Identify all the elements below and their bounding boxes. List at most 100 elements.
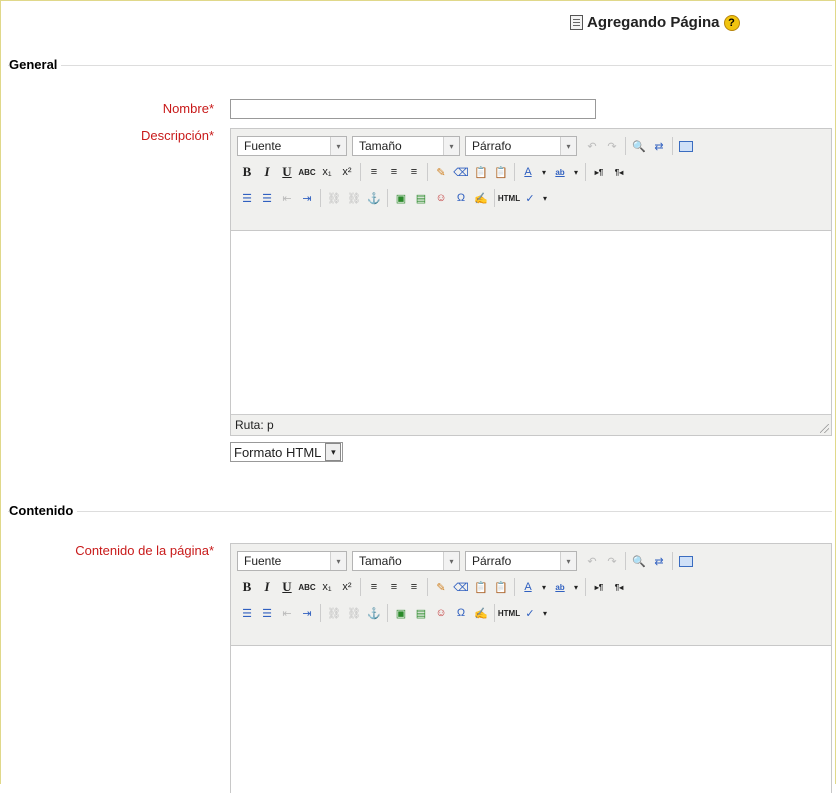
fullscreen-icon[interactable]	[676, 551, 696, 571]
paste-word-icon[interactable]: 📋	[491, 162, 511, 182]
chevron-down-icon[interactable]: ▾	[570, 162, 582, 182]
paragraph-select[interactable]: Párrafo ▾	[465, 136, 577, 156]
strikethrough-icon[interactable]: ABC	[297, 577, 317, 597]
bold-icon[interactable]: B	[237, 577, 257, 597]
italic-icon[interactable]: I	[257, 577, 277, 597]
paste-text-icon[interactable]: 📋	[471, 162, 491, 182]
cleanup-icon[interactable]: ✎	[431, 577, 451, 597]
size-select[interactable]: Tamaño ▾	[352, 136, 460, 156]
spellcheck-icon[interactable]: ✓	[520, 188, 540, 208]
anchor-icon[interactable]: ⚓	[364, 603, 384, 623]
font-select[interactable]: Fuente ▾	[237, 136, 347, 156]
help-icon[interactable]: ?	[723, 14, 740, 31]
cleanup-icon[interactable]: ✎	[431, 162, 451, 182]
subscript-icon[interactable]: x₁	[317, 577, 337, 597]
underline-icon[interactable]: U	[277, 577, 297, 597]
edit-icon[interactable]: ✍	[471, 188, 491, 208]
outdent-icon[interactable]: ⇤	[277, 603, 297, 623]
redo-icon[interactable]: ↷	[602, 551, 622, 571]
chevron-down-icon[interactable]: ▾	[538, 162, 550, 182]
replace-icon[interactable]: ⇄	[649, 136, 669, 156]
toolbar-separator	[625, 552, 626, 570]
link-icon[interactable]: ⛓	[324, 603, 344, 623]
bullet-list-icon[interactable]: ☰	[237, 188, 257, 208]
descripcion-edit-area[interactable]	[231, 230, 831, 414]
ltr-icon[interactable]: ▸¶	[589, 162, 609, 182]
media-icon[interactable]: ▤	[411, 603, 431, 623]
unlink-icon[interactable]: ⛓	[344, 188, 364, 208]
subscript-icon[interactable]: x₁	[317, 162, 337, 182]
emoticon-icon[interactable]: ☺	[431, 603, 451, 623]
align-center-icon[interactable]: ≡	[384, 577, 404, 597]
indent-icon[interactable]: ⇥	[297, 603, 317, 623]
align-center-icon[interactable]: ≡	[384, 162, 404, 182]
format-select-value: Formato HTML	[234, 444, 322, 460]
paste-word-icon[interactable]: 📋	[491, 577, 511, 597]
media-icon[interactable]: ▤	[411, 188, 431, 208]
font-select-label: Fuente	[244, 139, 282, 153]
chevron-down-icon[interactable]: ▾	[538, 577, 550, 597]
special-char-icon[interactable]: Ω	[451, 603, 471, 623]
descripcion-label: Descripción*	[141, 128, 214, 143]
outdent-icon[interactable]: ⇤	[277, 188, 297, 208]
nombre-label: Nombre*	[163, 101, 214, 116]
paragraph-select[interactable]: Párrafo ▾	[465, 551, 577, 571]
toolbar-separator	[494, 189, 495, 207]
link-icon[interactable]: ⛓	[324, 188, 344, 208]
fullscreen-icon[interactable]	[676, 136, 696, 156]
align-right-icon[interactable]: ≡	[404, 162, 424, 182]
nombre-input[interactable]	[230, 99, 596, 119]
html-source-icon[interactable]: HTML	[498, 603, 520, 623]
html-source-icon[interactable]: HTML	[498, 188, 520, 208]
text-color-icon[interactable]: A	[518, 162, 538, 182]
replace-icon[interactable]: ⇄	[649, 551, 669, 571]
numbered-list-icon[interactable]: ☰	[257, 188, 277, 208]
chevron-down-icon[interactable]: ▾	[540, 188, 550, 208]
highlight-color-icon[interactable]: ab	[550, 577, 570, 597]
undo-icon[interactable]: ↶	[582, 136, 602, 156]
image-icon[interactable]: ▣	[391, 603, 411, 623]
bullet-list-icon[interactable]: ☰	[237, 603, 257, 623]
align-left-icon[interactable]: ≡	[364, 162, 384, 182]
spellcheck-icon[interactable]: ✓	[520, 603, 540, 623]
ltr-icon[interactable]: ▸¶	[589, 577, 609, 597]
toolbar-separator	[625, 137, 626, 155]
find-icon[interactable]: 🔍	[629, 551, 649, 571]
text-color-icon[interactable]: A	[518, 577, 538, 597]
resize-handle-icon[interactable]	[820, 424, 829, 433]
bold-icon[interactable]: B	[237, 162, 257, 182]
special-char-icon[interactable]: Ω	[451, 188, 471, 208]
contenido-editor: Fuente ▾ Tamaño ▾ Párrafo ▾ ↶ ↷ 🔍 ⇄ B I U A…	[230, 543, 832, 793]
chevron-down-icon[interactable]: ▾	[570, 577, 582, 597]
rtl-icon[interactable]: ¶◂	[609, 162, 629, 182]
edit-icon[interactable]: ✍	[471, 603, 491, 623]
chevron-down-icon[interactable]: ▾	[540, 603, 550, 623]
paste-text-icon[interactable]: 📋	[471, 577, 491, 597]
anchor-icon[interactable]: ⚓	[364, 188, 384, 208]
align-right-icon[interactable]: ≡	[404, 577, 424, 597]
emoticon-icon[interactable]: ☺	[431, 188, 451, 208]
italic-icon[interactable]: I	[257, 162, 277, 182]
find-icon[interactable]: 🔍	[629, 136, 649, 156]
underline-icon[interactable]: U	[277, 162, 297, 182]
font-select[interactable]: Fuente ▾	[237, 551, 347, 571]
image-icon[interactable]: ▣	[391, 188, 411, 208]
unlink-icon[interactable]: ⛓	[344, 603, 364, 623]
indent-icon[interactable]: ⇥	[297, 188, 317, 208]
size-select[interactable]: Tamaño ▾	[352, 551, 460, 571]
contenido-edit-area[interactable]	[231, 645, 831, 793]
eraser-icon[interactable]: ⌫	[451, 162, 471, 182]
rtl-icon[interactable]: ¶◂	[609, 577, 629, 597]
numbered-list-icon[interactable]: ☰	[257, 603, 277, 623]
required-mark: *	[208, 543, 214, 558]
redo-icon[interactable]: ↷	[602, 136, 622, 156]
highlight-color-icon[interactable]: ab	[550, 162, 570, 182]
align-left-icon[interactable]: ≡	[364, 577, 384, 597]
superscript-icon[interactable]: x²	[337, 162, 357, 182]
eraser-icon[interactable]: ⌫	[451, 577, 471, 597]
superscript-icon[interactable]: x²	[337, 577, 357, 597]
undo-icon[interactable]: ↶	[582, 551, 602, 571]
strikethrough-icon[interactable]: ABC	[297, 162, 317, 182]
required-mark: *	[208, 101, 214, 116]
format-select[interactable]: Formato HTML ▾	[230, 442, 344, 462]
